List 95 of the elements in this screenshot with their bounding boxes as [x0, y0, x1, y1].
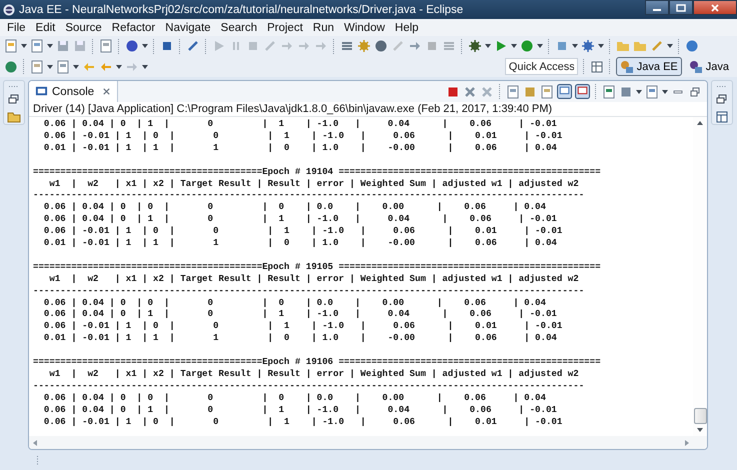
- dropdown-arrow-icon[interactable]: [116, 64, 122, 68]
- new-file-icon[interactable]: [30, 39, 44, 53]
- dropdown-arrow-icon[interactable]: [511, 44, 517, 48]
- maximize-button[interactable]: [669, 0, 693, 15]
- menu-item[interactable]: Search: [216, 22, 262, 34]
- document-icon[interactable]: [506, 84, 520, 98]
- document-icon[interactable]: [30, 60, 44, 74]
- dropdown-arrow-icon[interactable]: [662, 90, 668, 94]
- maximize-icon[interactable]: [688, 84, 702, 98]
- perspective-button[interactable]: Java EE: [616, 57, 682, 76]
- process-description: Driver (14) [Java Application] C:\Program Files\Java\jdk1.8.0_66\bin\javaw.exe (Feb 21, 2017, 1:39:40 PM): [29, 102, 707, 117]
- console-line: -----------------------------------------------------------------------------------------------------: [33, 189, 584, 202]
- eclipse-icon: [3, 4, 15, 16]
- drag-handle-icon[interactable]: [8, 85, 20, 88]
- console-line: 0.01 | -0.01 | 1 | 1 | 1 | 0 | 1.0 | -0.00 | 0.06 | 0.04: [42, 237, 557, 249]
- console-line: -----------------------------------------------------------------------------------------------------: [33, 380, 584, 392]
- drag-handle-icon[interactable]: [36, 455, 39, 467]
- dropdown-arrow-icon[interactable]: [485, 44, 491, 48]
- console-line: 0.06 | 0.04 | 0 | 1 | 0 | 1 | -1.0 | 0.04 | 0.06 | -0.01: [42, 118, 557, 130]
- console-line: w1 | w2 | x1 | x2 | Target Result | Result | error | Weighted Sum | adjusted w1 | adjusted w2: [48, 368, 579, 380]
- dropdown-arrow-icon[interactable]: [572, 44, 578, 48]
- console-line: 0.06 | -0.01 | 1 | 0 | 0 | 1 | -1.0 | 0.06 | 0.01 | -0.01: [42, 416, 562, 428]
- scroll-thumb[interactable]: [694, 408, 706, 424]
- remove-icon[interactable]: [463, 84, 477, 98]
- document-icon[interactable]: [99, 39, 113, 53]
- console-line: 0.01 | -0.01 | 1 | 1 | 1 | 0 | 1.0 | -0.00 | 0.06 | 0.04: [42, 332, 557, 344]
- lines-icon[interactable]: [340, 39, 354, 53]
- menu-item[interactable]: Refactor: [106, 22, 160, 34]
- perspective-icon: [688, 60, 703, 74]
- console-icon: [35, 85, 48, 98]
- document-icon[interactable]: [56, 60, 70, 74]
- menu-item[interactable]: Window: [339, 22, 390, 34]
- console-line: 0.06 | 0.04 | 0 | 1 | 0 | 1 | -1.0 | 0.04 | 0.06 | -0.01: [42, 404, 557, 416]
- dropdown-arrow-icon[interactable]: [142, 64, 148, 68]
- console-line: 0.06 | 0.04 | 0 | 0 | 0 | 0 | 0.0 | 0.00 | 0.06 | 0.04: [42, 296, 546, 308]
- console-line: 0.01 | -0.01 | 1 | 1 | 1 | 0 | 1.0 | -0.00 | 0.06 | 0.04: [42, 142, 557, 154]
- close-icon[interactable]: [102, 87, 112, 96]
- dropdown-arrow-icon[interactable]: [73, 64, 79, 68]
- dropdown-arrow-icon[interactable]: [21, 44, 27, 48]
- console-line: 0.06 | 0.04 | 0 | 0 | 0 | 0 | 0.0 | 0.00 | 0.06 | 0.04: [42, 392, 546, 404]
- console-line: 0.06 | -0.01 | 1 | 0 | 0 | 1 | -1.0 | 0.06 | 0.01 | -0.01: [42, 130, 562, 142]
- perspective-button[interactable]: Java: [684, 57, 733, 76]
- console-icon[interactable]: [557, 84, 572, 99]
- dropdown-arrow-icon[interactable]: [47, 64, 53, 68]
- perspective-icon: [620, 60, 634, 74]
- console-line: ==========================================Epoch # 19105 ================================================: [33, 260, 601, 273]
- dropdown-arrow-icon[interactable]: [667, 44, 673, 48]
- circle-icon[interactable]: [125, 39, 139, 53]
- console-icon[interactable]: [575, 84, 590, 99]
- menu-item[interactable]: Run: [308, 22, 339, 34]
- gear-icon[interactable]: [581, 39, 595, 53]
- menu-item[interactable]: Navigate: [160, 22, 216, 34]
- gear-icon[interactable]: [357, 39, 371, 53]
- remove-all-icon[interactable]: [480, 84, 494, 98]
- console-line: -----------------------------------------------------------------------------------------------------: [33, 284, 584, 297]
- dropdown-arrow-icon[interactable]: [142, 44, 148, 48]
- console-line: w1 | w2 | x1 | x2 | Target Result | Result | error | Weighted Sum | adjusted w1 | adjusted w2: [48, 178, 579, 190]
- menu-item[interactable]: Edit: [30, 22, 60, 34]
- open-perspective-icon[interactable]: [590, 60, 604, 74]
- slash-icon[interactable]: [186, 39, 200, 53]
- minimize-button[interactable]: [645, 0, 669, 15]
- restore-icon[interactable]: [715, 92, 729, 106]
- scroll-right-icon[interactable]: [685, 440, 689, 446]
- console-line: 0.06 | 0.04 | 0 | 1 | 0 | 1 | -1.0 | 0.04 | 0.06 | -0.01: [42, 213, 557, 226]
- dropdown-arrow-icon[interactable]: [537, 44, 543, 48]
- dropdown-arrow-icon[interactable]: [598, 44, 604, 48]
- menu-item[interactable]: Help: [390, 22, 424, 34]
- paragraph-icon[interactable]: [442, 39, 456, 53]
- menu-item[interactable]: Source: [60, 22, 107, 34]
- dropdown-arrow-icon[interactable]: [636, 90, 642, 94]
- console-line: 0.06 | -0.01 | 1 | 0 | 0 | 1 | -1.0 | 0.06 | 0.01 | -0.01: [42, 320, 562, 332]
- horizontal-scrollbar[interactable]: [29, 436, 707, 449]
- scroll-left-icon[interactable]: [33, 440, 37, 446]
- console-line: ==========================================Epoch # 19106 ================================================: [33, 356, 601, 368]
- document-icon[interactable]: [540, 84, 554, 98]
- restore-icon[interactable]: [7, 92, 21, 106]
- scroll-down-icon[interactable]: [697, 428, 703, 432]
- console-tab[interactable]: Console: [29, 81, 118, 102]
- console-line: 0.06 | -0.01 | 1 | 0 | 0 | 1 | -1.0 | 0.06 | 0.01 | -0.01: [42, 225, 562, 238]
- menu-item[interactable]: Project: [262, 22, 308, 34]
- console-line: w1 | w2 | x1 | x2 | Target Result | Result | error | Weighted Sum | adjusted w1 | adjusted w2: [48, 272, 579, 285]
- console-line: ==========================================Epoch # 19104 ================================================: [33, 166, 601, 178]
- console-line: 0.06 | 0.04 | 0 | 0 | 0 | 0 | 0.0 | 0.00 | 0.06 | 0.04: [42, 201, 546, 214]
- close-button[interactable]: [693, 0, 737, 15]
- scroll-up-icon[interactable]: [697, 121, 703, 125]
- dropdown-arrow-icon[interactable]: [47, 44, 53, 48]
- new-file-icon[interactable]: [4, 39, 18, 53]
- layout-icon[interactable]: [715, 110, 729, 124]
- console-line: 0.06 | 0.04 | 0 | 1 | 0 | 1 | -1.0 | 0.04 | 0.06 | -0.01: [42, 308, 557, 320]
- close-icon: [710, 4, 720, 12]
- drag-handle-icon[interactable]: [716, 85, 728, 88]
- maximize-icon: [676, 4, 686, 12]
- stop-icon[interactable]: [446, 84, 460, 98]
- menu-item[interactable]: File: [2, 22, 31, 34]
- window-title: Java EE - NeuralNetworksPrj02/src/com/za/tutorial/neuralnetworks/Driver.java - Eclipse: [19, 4, 464, 16]
